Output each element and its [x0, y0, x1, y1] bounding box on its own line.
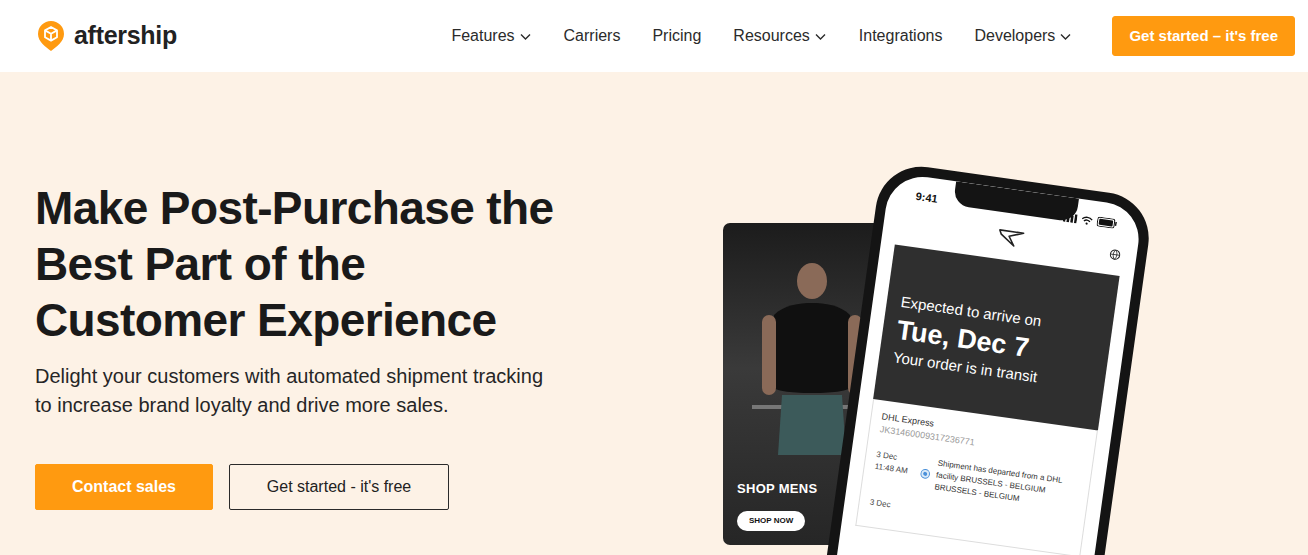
nav-right: Features Carriers Pricing Resources Integrat… — [435, 16, 1295, 57]
hero-section: Make Post-Purchase theBest Part of theCu… — [0, 72, 1308, 555]
hero-copy: Make Post-Purchase theBest Part of theCu… — [0, 72, 723, 555]
nav-menu: Features Carriers Pricing Resources Integrat… — [435, 18, 1088, 54]
hero-visual: SHOP MENSSHOP NOW9:41Expected to arrive … — [723, 72, 1308, 555]
hero-subtitle: Delight your customers with automated sh… — [35, 362, 723, 420]
chevron-down-icon — [1059, 30, 1072, 43]
event-date: 3 Dec — [869, 496, 910, 513]
logo[interactable]: aftership — [36, 17, 177, 55]
nav-item: Pricing — [636, 18, 717, 54]
nav-label: Resources — [733, 24, 809, 48]
phone-mockup: 9:41 Expected to arrive onTue, Dec 7Your … — [804, 161, 1154, 555]
globe-icon — [1109, 248, 1121, 260]
event-time: 11:48 AM — [874, 460, 915, 477]
event-text: Shipment has departed from a DHL facilit… — [934, 457, 1081, 513]
phone-time: 9:41 — [915, 188, 939, 207]
contact-sales-button[interactable]: Contact sales — [35, 464, 213, 510]
nav-item: Integrations — [843, 18, 959, 54]
event-datetime: 3 Dec — [869, 496, 910, 513]
top-navbar: aftership Features Carriers Pricing Resource… — [0, 0, 1308, 72]
get-started-button[interactable]: Get started - it's free — [229, 464, 449, 510]
hero-title-line: Best Part of the — [35, 236, 723, 292]
nav-item: Resources — [717, 18, 842, 54]
logo-pin-icon — [36, 20, 66, 52]
nav-item: Developers — [958, 18, 1088, 54]
tracking-event: 3 Dec — [869, 496, 1074, 536]
hero-subtitle-line: to increase brand loyalty and drive more… — [35, 391, 723, 420]
nav-label: Carriers — [564, 24, 621, 48]
hero-buttons: Contact sales Get started - it's free — [35, 464, 723, 510]
hero-subtitle-line: Delight your customers with automated sh… — [35, 362, 723, 391]
logo-text: aftership — [74, 17, 177, 55]
nav-link[interactable]: Features — [435, 18, 547, 54]
nav-link[interactable]: Developers — [958, 18, 1088, 54]
navbar-inner: aftership Features Carriers Pricing Resource… — [0, 0, 1308, 72]
nav-label: Developers — [974, 24, 1055, 48]
hero-title-line: Make Post-Purchase the — [35, 180, 723, 236]
battery-icon — [1096, 217, 1117, 230]
phone-notch — [952, 181, 1078, 222]
chevron-down-icon — [814, 30, 827, 43]
nav-item: Features — [435, 18, 547, 54]
delivery-status-card: Expected to arrive onTue, Dec 7Your orde… — [873, 244, 1120, 430]
nav-label: Integrations — [859, 24, 943, 48]
nav-link[interactable]: Carriers — [548, 18, 637, 54]
nav-link[interactable]: Pricing — [636, 18, 717, 54]
nav-link[interactable]: Resources — [717, 18, 842, 54]
store-logo-icon — [995, 226, 1026, 250]
hero-title-line: Customer Experience — [35, 292, 723, 348]
chevron-down-icon — [519, 30, 532, 43]
nav-link[interactable]: Integrations — [843, 18, 959, 54]
hero-title: Make Post-Purchase theBest Part of theCu… — [35, 180, 723, 348]
tracking-event: 3 Dec11:48 AMShipment has departed from … — [872, 448, 1080, 512]
wifi-icon — [1081, 215, 1094, 226]
nav-label: Pricing — [652, 24, 701, 48]
nav-item: Carriers — [548, 18, 637, 54]
get-started-button[interactable]: Get started – it's free — [1112, 16, 1295, 57]
nav-label: Features — [451, 24, 514, 48]
timeline-dot-icon — [918, 455, 933, 492]
shop-now-button[interactable]: SHOP NOW — [737, 511, 805, 531]
event-datetime: 3 Dec11:48 AM — [872, 448, 917, 489]
tracking-number: JK31460009317236771 — [879, 423, 1084, 465]
